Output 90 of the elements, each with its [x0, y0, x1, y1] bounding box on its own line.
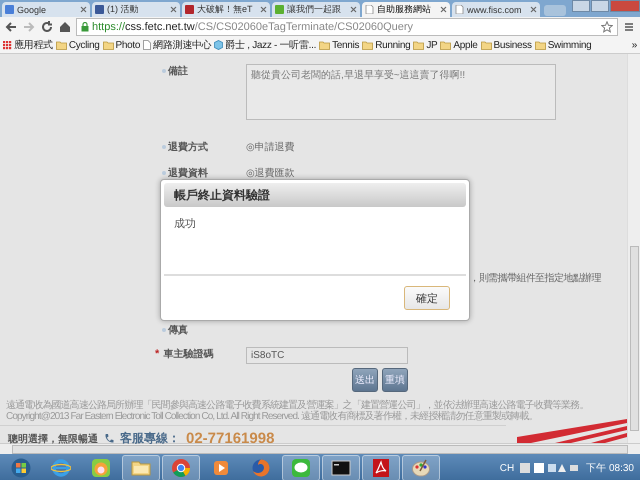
browser-tab[interactable]: 大破解！無eT: [182, 2, 270, 17]
browser-tab[interactable]: Google: [2, 2, 90, 17]
bookmark-item[interactable]: Apple: [453, 40, 478, 50]
lock-icon: [81, 22, 89, 32]
favicon-icon: [185, 5, 194, 14]
folder-icon: [102, 40, 114, 50]
bookmark-item[interactable]: Tennis: [332, 40, 360, 50]
favicon-icon: [5, 5, 14, 14]
radio-option[interactable]: ◎申請退費: [246, 140, 295, 154]
firefox-icon[interactable]: [251, 458, 271, 478]
scroll-thumb[interactable]: [630, 246, 639, 431]
verification-code-field[interactable]: iS8oTC: [246, 347, 408, 364]
apps-grid-icon: [3, 40, 12, 50]
star-icon[interactable]: [601, 21, 613, 33]
favicon-icon: [275, 5, 284, 14]
close-icon[interactable]: [350, 6, 357, 13]
field-label: 傳真: [168, 324, 188, 337]
cube-icon: [214, 40, 224, 50]
page-icon: [143, 40, 152, 50]
bookmark-item[interactable]: Business: [494, 40, 532, 50]
folder-icon: [413, 40, 424, 50]
bookmark-item[interactable]: Cycling: [68, 40, 100, 50]
horizontal-scrollbar[interactable]: [0, 443, 640, 454]
palette-icon[interactable]: [411, 458, 431, 478]
tray-icons-drawing[interactable]: [520, 462, 580, 474]
close-icon[interactable]: [260, 6, 267, 13]
folder-icon: [440, 40, 452, 50]
browser-e-icon[interactable]: [51, 458, 71, 478]
taskbar-button[interactable]: [362, 455, 400, 480]
folder-icon: [480, 40, 492, 50]
favicon-icon: [95, 5, 104, 14]
start-orb-icon[interactable]: [11, 458, 31, 478]
field-label: 退費方式: [168, 140, 208, 154]
taskbar-button[interactable]: [322, 455, 360, 480]
address-bar[interactable]: https://css.fetc.net.tw/CS/CS02060eTagTerminate/CS02060Query: [76, 18, 618, 36]
clock[interactable]: 下午 08:30: [586, 461, 634, 475]
reload-icon[interactable]: [40, 20, 54, 34]
vertical-scrollbar[interactable]: [627, 54, 640, 443]
language-indicator[interactable]: CH: [500, 462, 514, 474]
browser-tab[interactable]: 自助服務網站: [362, 2, 450, 17]
close-icon[interactable]: [170, 6, 177, 13]
page-icon: [455, 5, 464, 14]
bookmark-item[interactable]: 網路測速中心: [153, 38, 212, 52]
hotline-number: 02-77161998: [186, 430, 274, 447]
folder-icon: [534, 40, 546, 50]
folder-icon: [362, 40, 374, 50]
menu-icon[interactable]: [622, 20, 636, 34]
chat-mascot-icon[interactable]: [91, 458, 111, 478]
chat-bubble-icon[interactable]: [291, 458, 311, 478]
chrome-icon[interactable]: [171, 458, 191, 478]
restore-button[interactable]: [591, 0, 609, 12]
footer-text: Copyright@2013 Far Eastern Electronic Toll Collection Co, Ltd. All Right Reserved. 遠通電收有商標及著作權，未經授權請勿任意重製或轉載。: [6, 411, 538, 422]
minimize-button[interactable]: [572, 0, 590, 12]
dialog-title: 帳戶終止資料驗證: [174, 186, 270, 204]
swoosh-logo-icon: [517, 419, 627, 443]
bookmark-item[interactable]: Photo: [116, 40, 140, 50]
folder-icon: [56, 40, 67, 50]
bookmark-item[interactable]: 應用程式: [14, 38, 53, 52]
page-icon: [365, 5, 374, 14]
field-label: 車主驗證碼: [163, 347, 214, 361]
home-icon[interactable]: [58, 20, 72, 34]
hotline-label: 客服專線：: [120, 430, 180, 447]
close-icon[interactable]: [530, 6, 537, 13]
scroll-thumb[interactable]: [12, 444, 628, 454]
document-icon[interactable]: [371, 458, 391, 478]
bookmark-item[interactable]: JP: [426, 40, 438, 50]
note-text: ，則需攜帶組件至指定地點辦理: [469, 272, 601, 285]
bookmark-item[interactable]: Running: [375, 40, 410, 50]
bookmark-item[interactable]: Swimming: [548, 40, 592, 50]
phone-icon: [104, 433, 114, 444]
browser-tab[interactable]: 讓我們一起跟: [272, 2, 360, 17]
required-mark: *: [155, 348, 160, 360]
browser-tab[interactable]: www.fisc.com: [452, 2, 540, 17]
more-bookmarks-button[interactable]: »: [632, 40, 637, 50]
close-icon[interactable]: [440, 6, 447, 13]
play-icon[interactable]: [211, 458, 231, 478]
footer-text: 遠通電收為國道高速公路局所辦理「民間參與高速公路電子收費系統建置及營運案」之「建置營運公司」，並依法辦理高速公路電子收費等業務。: [6, 400, 590, 411]
dialog-message: 成功: [174, 218, 196, 230]
field-label: 退費資料: [168, 166, 208, 180]
close-icon[interactable]: [80, 6, 87, 13]
field-label: 備註: [168, 64, 188, 78]
folder-icon: [319, 40, 330, 50]
terminal-icon[interactable]: [331, 458, 351, 478]
remarks-textarea[interactable]: 聽從貴公司老闆的話,早退早享受~這這賣了得啊!!: [246, 64, 556, 120]
bookmark-item[interactable]: 爵士 , Jazz - 一听雷...: [225, 38, 316, 52]
browser-tab[interactable]: (1) 活動: [92, 2, 180, 17]
confirm-button[interactable]: 確定: [404, 286, 450, 310]
back-icon[interactable]: [4, 20, 18, 34]
slogan-text: 聰明選擇，無限暢通: [8, 432, 98, 446]
radio-option[interactable]: ◎退費匯款: [246, 166, 295, 180]
